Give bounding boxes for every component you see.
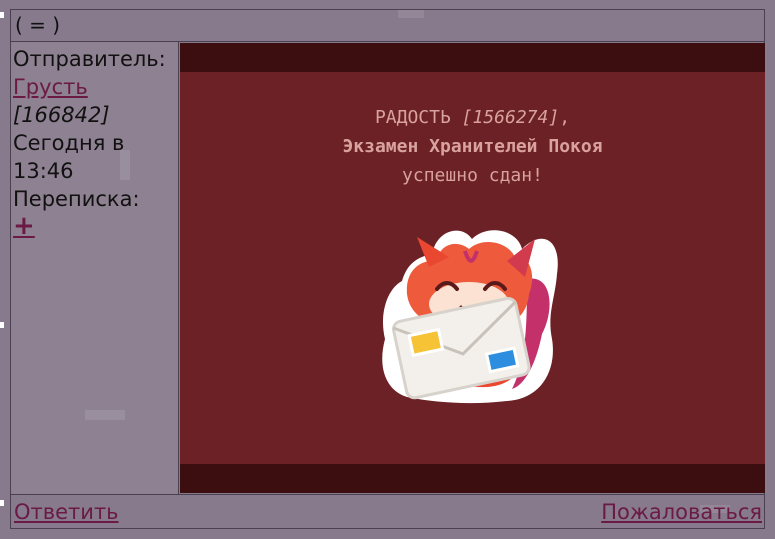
recipient-id: [1566274] <box>461 107 560 128</box>
date-text: Сегодня в <box>13 131 125 155</box>
message-bottom-band <box>180 464 765 493</box>
sender-info-panel: Отправитель: Грусть [166842] Сегодня в 1… <box>11 42 179 494</box>
edge-marker <box>0 12 4 18</box>
message-text: РАДОСТЬ [1566274], Экзамен Хранителей По… <box>180 103 765 190</box>
exam-name: Экзамен Хранителей Покоя <box>342 136 603 157</box>
message-frame: ( = ) Отправитель: Грусть [166842] Сегод… <box>10 9 765 529</box>
sender-id: [166842] <box>13 103 110 127</box>
recipient-suffix: , <box>559 107 571 128</box>
fox-with-letter-sticker-icon <box>382 230 558 404</box>
edge-marker <box>0 500 4 506</box>
exam-result: успешно сдан! <box>402 165 543 186</box>
message-body: РАДОСТЬ [1566274], Экзамен Хранителей По… <box>180 43 765 493</box>
sender-name-link[interactable]: Грусть <box>13 73 178 101</box>
message-recipient-line: РАДОСТЬ [1566274], <box>180 103 765 132</box>
message-title-bar: ( = ) <box>11 10 764 42</box>
thread-label: Переписка: <box>13 187 140 211</box>
message-title: ( = ) <box>15 13 61 37</box>
message-footer: Ответить Пожаловаться <box>11 494 764 529</box>
edge-marker <box>0 322 4 328</box>
recipient-name: РАДОСТЬ <box>374 107 451 128</box>
message-top-band <box>180 43 765 72</box>
report-link[interactable]: Пожаловаться <box>601 495 762 529</box>
reply-link[interactable]: Ответить <box>14 495 119 529</box>
time-text: 13:46 <box>13 159 74 183</box>
thread-add-button[interactable]: + <box>13 213 35 239</box>
sender-label: Отправитель: <box>13 47 166 71</box>
